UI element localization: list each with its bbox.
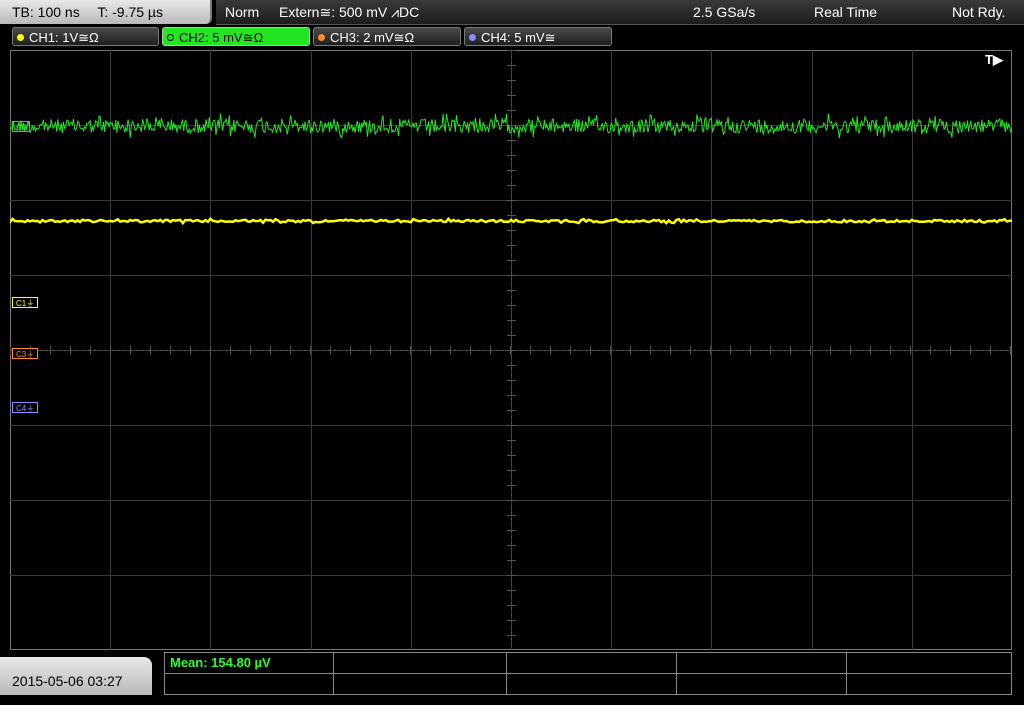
- measurement-panel[interactable]: Mean: 154.80 µV: [164, 652, 1012, 695]
- ch4-dot-icon: [469, 34, 476, 41]
- trigger-mode: Norm: [225, 4, 260, 20]
- status-bar: TB: 100 ns T: -9.75 µs Norm Extern≅: 500…: [0, 0, 1024, 25]
- datetime-box: 2015-05-06 03:27: [0, 657, 152, 695]
- ch1-ground-marker[interactable]: C1⏚: [12, 297, 39, 308]
- ch1-dot-icon: [17, 34, 24, 41]
- tab-ch2[interactable]: CH2: 5 mV≅Ω: [162, 27, 310, 46]
- tab-ch4[interactable]: CH4: 5 mV≅: [464, 27, 612, 46]
- timebase: TB: 100 ns: [12, 4, 80, 20]
- ch3-ground-marker[interactable]: C3⏚: [12, 348, 39, 359]
- timebase-box[interactable]: TB: 100 ns T: -9.75 µs: [0, 0, 212, 24]
- graticule: [10, 50, 1012, 650]
- sample-rate: 2.5 GSa/s: [693, 4, 756, 20]
- trigger-position-marker[interactable]: T▶: [985, 52, 1003, 68]
- trigger-time: T: -9.75 µs: [97, 4, 163, 20]
- ch2-ground-marker[interactable]: C2: [12, 121, 31, 132]
- ch4-ground-marker[interactable]: C4⏚: [12, 402, 39, 413]
- tab-ch3[interactable]: CH3: 2 mV≅Ω: [313, 27, 461, 46]
- acquisition-strip[interactable]: Norm Extern≅: 500 mV ⩘DC 2.5 GSa/s Real …: [216, 0, 1024, 25]
- channel-tabs: CH1: 1V≅Ω CH2: 5 mV≅Ω CH3: 2 mV≅Ω CH4: 5…: [0, 25, 1024, 49]
- acquisition-mode: Real Time: [814, 4, 878, 20]
- trigger-source: Extern≅: 500 mV ⩘DC: [279, 4, 420, 20]
- run-status: Not Rdy.: [952, 4, 1006, 20]
- ch3-dot-icon: [318, 34, 325, 41]
- measurement-divider: [165, 673, 1011, 674]
- tab-ch1[interactable]: CH1: 1V≅Ω: [12, 27, 159, 46]
- ch2-dot-icon: [167, 34, 174, 41]
- mean-value: Mean: 154.80 µV: [170, 655, 271, 670]
- waveform-plot[interactable]: [10, 50, 1012, 650]
- datetime: 2015-05-06 03:27: [12, 673, 123, 689]
